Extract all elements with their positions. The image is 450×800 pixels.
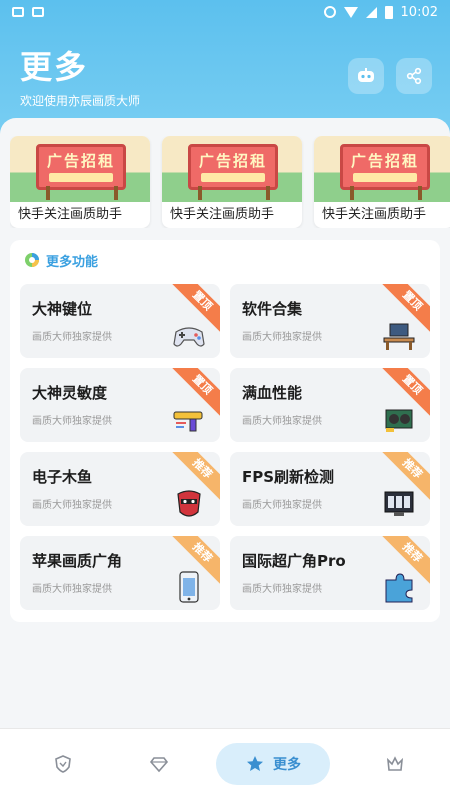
feature-title: 大神灵敏度	[32, 384, 108, 402]
shield-icon	[55, 755, 71, 773]
gpu-icon	[385, 409, 413, 432]
feature-title: 国际超广角Pro	[242, 552, 346, 570]
sign-pole	[114, 186, 118, 200]
feature-subtitle: 画质大师独家提供	[32, 416, 112, 427]
sign-pole	[350, 186, 354, 200]
feature-card-apple-wide[interactable]: 苹果画质广角 画质大师独家提供 推荐	[20, 536, 220, 610]
crown-icon	[386, 756, 404, 771]
diamond-icon	[149, 757, 169, 773]
ad-sign-strip	[353, 173, 417, 182]
feature-subtitle: 画质大师独家提供	[242, 500, 322, 511]
phone-icon	[179, 571, 199, 603]
nav-home[interactable]	[48, 743, 78, 785]
banner-image: 广告招租	[10, 136, 150, 202]
feature-subtitle: 画质大师独家提供	[242, 332, 322, 343]
sign-pole	[198, 186, 202, 200]
banner-caption: 快手关注画质助手	[18, 207, 123, 222]
feature-title: 大神键位	[32, 300, 93, 318]
feature-title: 软件合集	[242, 300, 303, 318]
feature-title: 电子木鱼	[32, 468, 93, 486]
notification-icon	[12, 7, 24, 17]
ad-sign-text: 广告招租	[350, 152, 419, 170]
monitor-icon	[384, 491, 414, 516]
puzzle-icon	[385, 573, 413, 603]
banner-card[interactable]: 广告招租 快手关注画质助手	[314, 136, 450, 228]
notification-icon	[32, 7, 44, 17]
signal-icon	[365, 6, 377, 18]
app-logo-icon	[25, 253, 39, 267]
ad-sign: 广告招租	[36, 144, 126, 190]
star-icon	[247, 756, 263, 771]
feature-card-sensitivity[interactable]: 大神灵敏度 画质大师独家提供 置顶	[20, 368, 220, 442]
feature-card-ultra-wide-pro[interactable]: 国际超广角Pro 画质大师独家提供 推荐	[230, 536, 430, 610]
bottom-navigation: 更多	[0, 728, 450, 800]
banner-carousel[interactable]: 广告招租 快手关注画质助手 广告招租 快手关注画质助手 广告招租 快手关注画质助…	[10, 136, 450, 228]
nav-more[interactable]: 更多	[216, 743, 330, 785]
feature-card-key-layout[interactable]: 大神键位 画质大师独家提供 置顶	[20, 284, 220, 358]
banner-caption: 快手关注画质助手	[322, 207, 427, 222]
alarm-icon	[323, 6, 336, 18]
nav-crown[interactable]	[380, 743, 410, 785]
gamepad-icon	[173, 327, 205, 347]
more-features-section: 更多功能 大神键位 画质大师独家提供 置顶 软件合集 画质大师独家提供 置顶 大…	[10, 240, 440, 622]
feature-subtitle: 画质大师独家提供	[242, 584, 322, 595]
feature-subtitle: 画质大师独家提供	[32, 584, 112, 595]
desk-icon	[383, 323, 415, 350]
section-title: 更多功能	[46, 254, 99, 270]
ad-sign: 广告招租	[340, 144, 430, 190]
robot-button[interactable]	[348, 58, 384, 94]
sign-pole	[266, 186, 270, 200]
ad-sign: 广告招租	[188, 144, 278, 190]
share-icon	[406, 67, 422, 85]
feature-card-performance[interactable]: 满血性能 画质大师独家提供 置顶	[230, 368, 430, 442]
sign-pole	[46, 186, 50, 200]
gun-icon	[173, 411, 203, 432]
sign-pole	[418, 186, 422, 200]
feature-title: FPS刷新检测	[242, 468, 335, 486]
banner-image: 广告招租	[162, 136, 302, 202]
feature-subtitle: 画质大师独家提供	[242, 416, 322, 427]
banner-card[interactable]: 广告招租 快手关注画质助手	[162, 136, 302, 228]
ad-sign-strip	[201, 173, 265, 182]
page-title: 更多	[20, 48, 89, 86]
banner-caption: 快手关注画质助手	[170, 207, 275, 222]
feature-subtitle: 画质大师独家提供	[32, 332, 112, 343]
banner-card[interactable]: 广告招租 快手关注画质助手	[10, 136, 150, 228]
ad-sign-text: 广告招租	[198, 152, 267, 170]
nav-diamond[interactable]	[144, 743, 174, 785]
ad-sign-text: 广告招租	[46, 152, 115, 170]
share-button[interactable]	[396, 58, 432, 94]
section-header: 更多功能	[24, 250, 98, 270]
ad-sign-strip	[49, 173, 113, 182]
feature-card-wooden-fish[interactable]: 电子木鱼 画质大师独家提供 推荐	[20, 452, 220, 526]
feature-card-fps-check[interactable]: FPS刷新检测 画质大师独家提供 推荐	[230, 452, 430, 526]
status-time: 10:02	[400, 4, 438, 20]
status-bar: 10:02	[0, 0, 450, 24]
feature-card-software-collection[interactable]: 软件合集 画质大师独家提供 置顶	[230, 284, 430, 358]
mask-icon	[177, 490, 201, 517]
robot-icon	[358, 68, 374, 82]
battery-icon	[384, 5, 393, 19]
banner-image: 广告招租	[314, 136, 450, 202]
feature-subtitle: 画质大师独家提供	[32, 500, 112, 511]
wifi-icon	[343, 6, 358, 18]
nav-more-label: 更多	[273, 757, 301, 773]
feature-title: 满血性能	[242, 384, 303, 402]
page-subtitle: 欢迎使用亦辰画质大师	[20, 94, 141, 108]
feature-title: 苹果画质广角	[32, 552, 123, 570]
